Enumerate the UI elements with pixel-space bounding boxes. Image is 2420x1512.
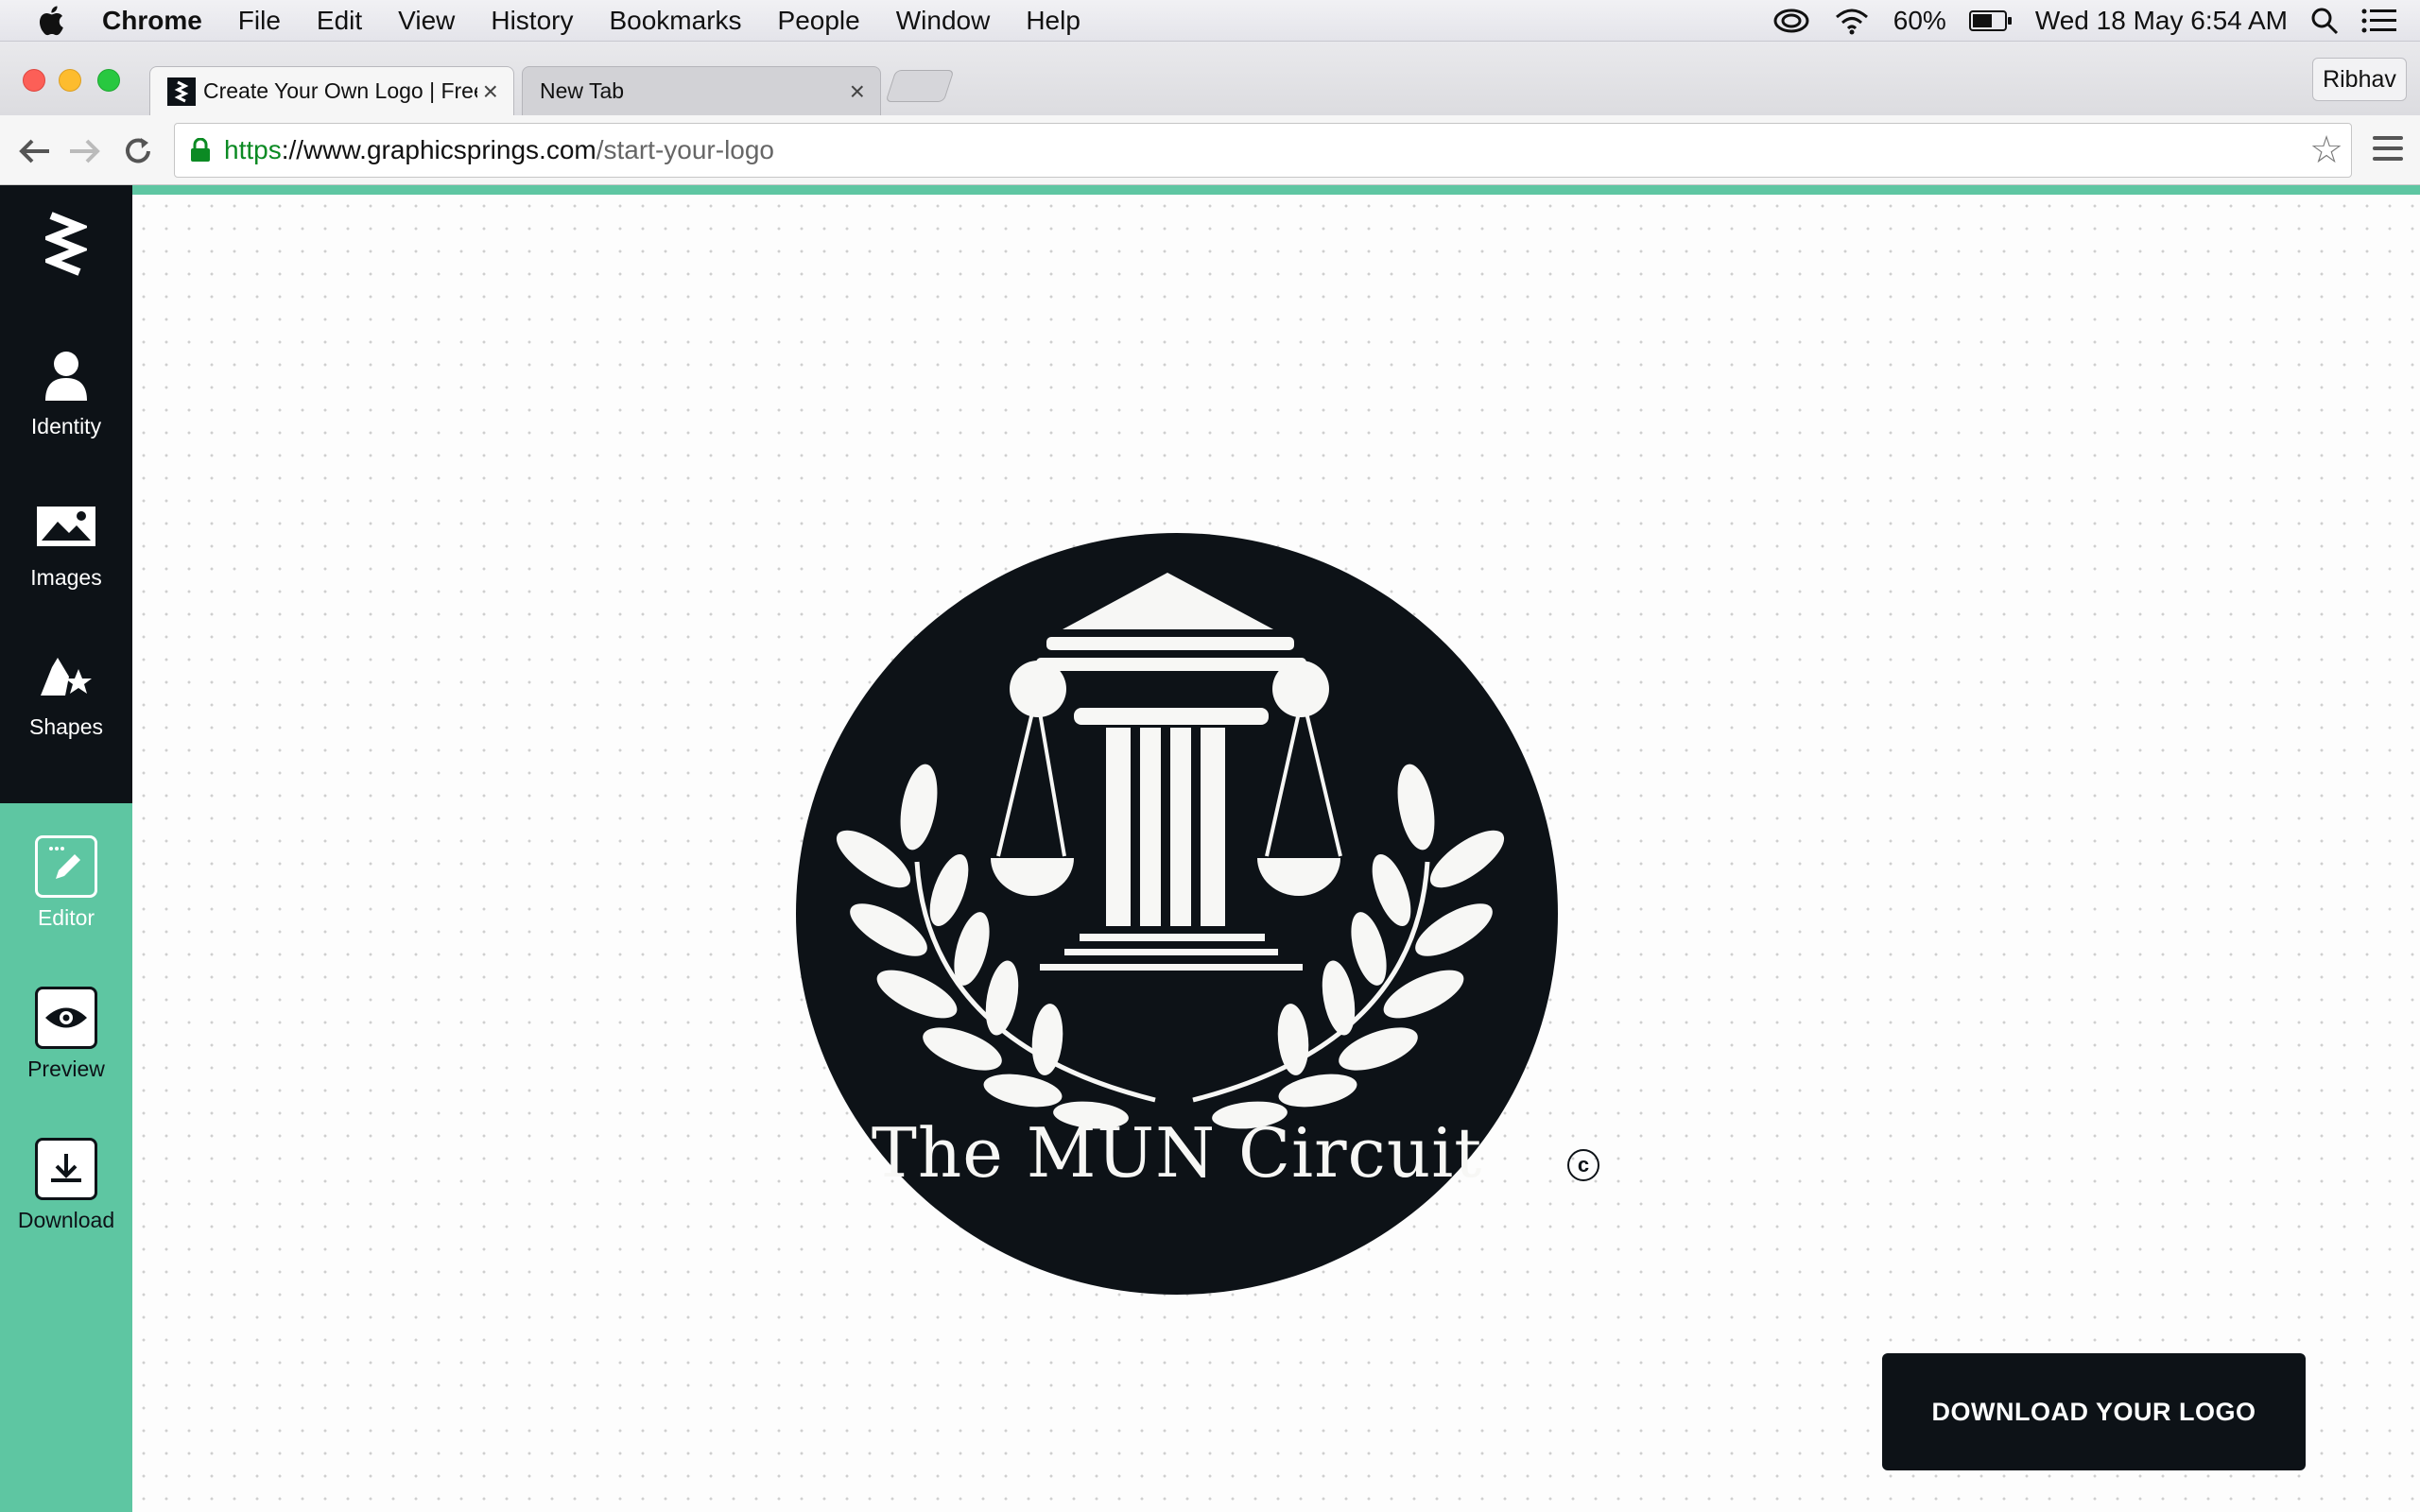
accent-top-bar xyxy=(132,185,2420,195)
address-bar[interactable]: https://www.graphicsprings.com/start-you… xyxy=(174,123,2352,178)
new-tab-button[interactable] xyxy=(885,70,955,102)
menubar-clock[interactable]: Wed 18 May 6:54 AM xyxy=(2035,6,2288,36)
sidebar-item-shapes[interactable]: Shapes xyxy=(0,644,132,786)
url-domain: www.graphicsprings.com xyxy=(303,135,596,164)
shapes-icon xyxy=(35,644,97,707)
spotlight-icon[interactable] xyxy=(2310,7,2339,35)
sidebar-item-label: Shapes xyxy=(28,714,103,739)
sidebar: Identity Images Shapes Editor Preview Do… xyxy=(0,185,132,1512)
sidebar-item-label: Images xyxy=(30,565,102,590)
menu-view[interactable]: View xyxy=(398,6,455,36)
sidebar-item-label: Preview xyxy=(27,1057,105,1081)
graphicsprings-logo-icon[interactable] xyxy=(45,208,87,284)
tab-title: New Tab xyxy=(540,78,625,103)
sidebar-item-images[interactable]: Images xyxy=(0,495,132,637)
url-path: /start-your-logo xyxy=(596,135,775,164)
graphicsprings-favicon-icon xyxy=(167,77,196,106)
window-minimize-button[interactable] xyxy=(59,69,81,92)
menu-app-chrome[interactable]: Chrome xyxy=(102,6,202,36)
tab-strip: Create Your Own Logo | Free × New Tab × … xyxy=(0,42,2420,115)
battery-icon[interactable] xyxy=(1968,9,2013,32)
battery-percent: 60% xyxy=(1893,6,1946,35)
pencil-icon xyxy=(35,835,97,898)
profile-button[interactable]: Ribhav xyxy=(2312,58,2407,101)
menu-history[interactable]: History xyxy=(491,6,573,36)
tab-create-your-own-logo[interactable]: Create Your Own Logo | Free × xyxy=(149,66,514,115)
sidebar-item-label: Editor xyxy=(37,905,95,930)
apple-icon[interactable] xyxy=(36,4,70,38)
logo-artwork[interactable]: The MUN Circuit xyxy=(796,533,1558,1295)
copyright-symbol: c xyxy=(1567,1149,1599,1181)
tab-close-icon[interactable]: × xyxy=(850,77,865,107)
eye-icon xyxy=(35,987,97,1049)
notification-center-icon[interactable] xyxy=(2361,8,2397,34)
url-scheme: https xyxy=(224,135,282,164)
creative-cloud-icon[interactable] xyxy=(1772,8,1810,34)
page-content: Identity Images Shapes Editor Preview Do… xyxy=(0,185,2420,1512)
macos-menubar: Chrome File Edit View History Bookmarks … xyxy=(0,0,2420,42)
forward-arrow-icon[interactable] xyxy=(66,132,104,170)
person-icon xyxy=(35,344,97,406)
image-icon xyxy=(35,495,97,558)
sidebar-item-download[interactable]: Download xyxy=(0,1138,132,1280)
sidebar-item-editor[interactable]: Editor xyxy=(0,835,132,977)
url-text[interactable]: https://www.graphicsprings.com/start-you… xyxy=(224,135,774,165)
url-separator: :// xyxy=(281,135,304,164)
logo-text[interactable]: The MUN Circuit xyxy=(796,1113,1558,1193)
download-your-logo-button[interactable]: DOWNLOAD YOUR LOGO xyxy=(1882,1353,2306,1470)
browser-toolbar: https://www.graphicsprings.com/start-you… xyxy=(0,115,2420,185)
window-close-button[interactable] xyxy=(23,69,45,92)
menubar-status-area: 60% Wed 18 May 6:54 AM xyxy=(1772,0,2420,42)
menu-window[interactable]: Window xyxy=(896,6,991,36)
chrome-window: Create Your Own Logo | Free × New Tab × … xyxy=(0,42,2420,1512)
tab-new-tab[interactable]: New Tab × xyxy=(522,66,881,115)
lock-icon[interactable] xyxy=(190,137,211,163)
menu-people[interactable]: People xyxy=(778,6,860,36)
tab-title: Create Your Own Logo | Free xyxy=(203,78,477,103)
menu-help[interactable]: Help xyxy=(1026,6,1080,36)
menu-edit[interactable]: Edit xyxy=(317,6,362,36)
reload-icon[interactable] xyxy=(119,132,157,170)
sidebar-item-label: Identity xyxy=(30,414,102,438)
window-zoom-button[interactable] xyxy=(97,69,120,92)
bookmark-star-icon[interactable]: ☆ xyxy=(2309,131,2343,169)
menu-bookmarks[interactable]: Bookmarks xyxy=(609,6,741,36)
wifi-icon[interactable] xyxy=(1833,7,1871,35)
sidebar-item-identity[interactable]: Identity xyxy=(0,344,132,486)
back-arrow-icon[interactable] xyxy=(15,132,53,170)
sidebar-item-label: Download xyxy=(17,1208,115,1232)
download-icon xyxy=(35,1138,97,1200)
menu-file[interactable]: File xyxy=(238,6,281,36)
chrome-menu-icon[interactable] xyxy=(2373,136,2403,164)
sidebar-item-preview[interactable]: Preview xyxy=(0,987,132,1128)
tab-close-icon[interactable]: × xyxy=(483,77,498,107)
